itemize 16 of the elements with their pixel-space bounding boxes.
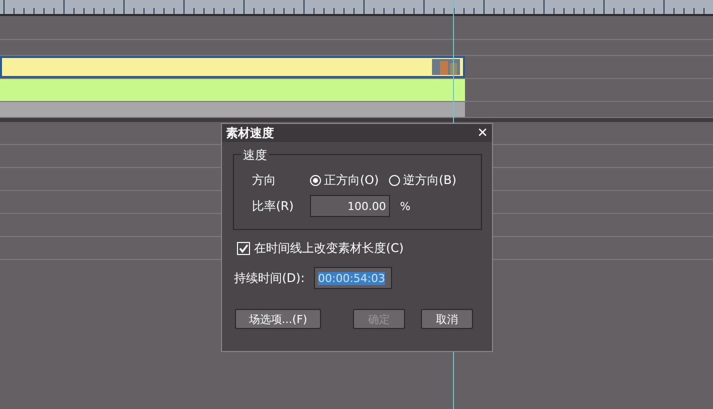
direction-label: 方向 bbox=[251, 172, 277, 188]
dialog-button[interactable]: 取消 bbox=[421, 309, 473, 329]
change-length-checkbox[interactable]: 在时间线上改变素材长度(C) bbox=[237, 240, 492, 257]
dialog-title: 素材速度 bbox=[226, 124, 274, 142]
rate-field[interactable]: 100.00 bbox=[310, 195, 390, 217]
direction-radio[interactable]: 逆方向(B) bbox=[388, 172, 456, 188]
clip-thumbnail-icon bbox=[432, 59, 460, 75]
duration-label: 持续时间(D): bbox=[234, 270, 306, 286]
dialog-button[interactable]: 场选项...(F) bbox=[235, 309, 321, 329]
percent-unit: % bbox=[400, 200, 410, 212]
check-icon bbox=[238, 243, 249, 254]
rate-label: 比率(R) bbox=[251, 198, 295, 214]
audio-clip[interactable] bbox=[0, 79, 465, 101]
video-clip[interactable] bbox=[0, 56, 465, 78]
close-button[interactable]: ✕ bbox=[477, 126, 488, 140]
direction-radio[interactable]: 正方向(O) bbox=[310, 172, 379, 188]
